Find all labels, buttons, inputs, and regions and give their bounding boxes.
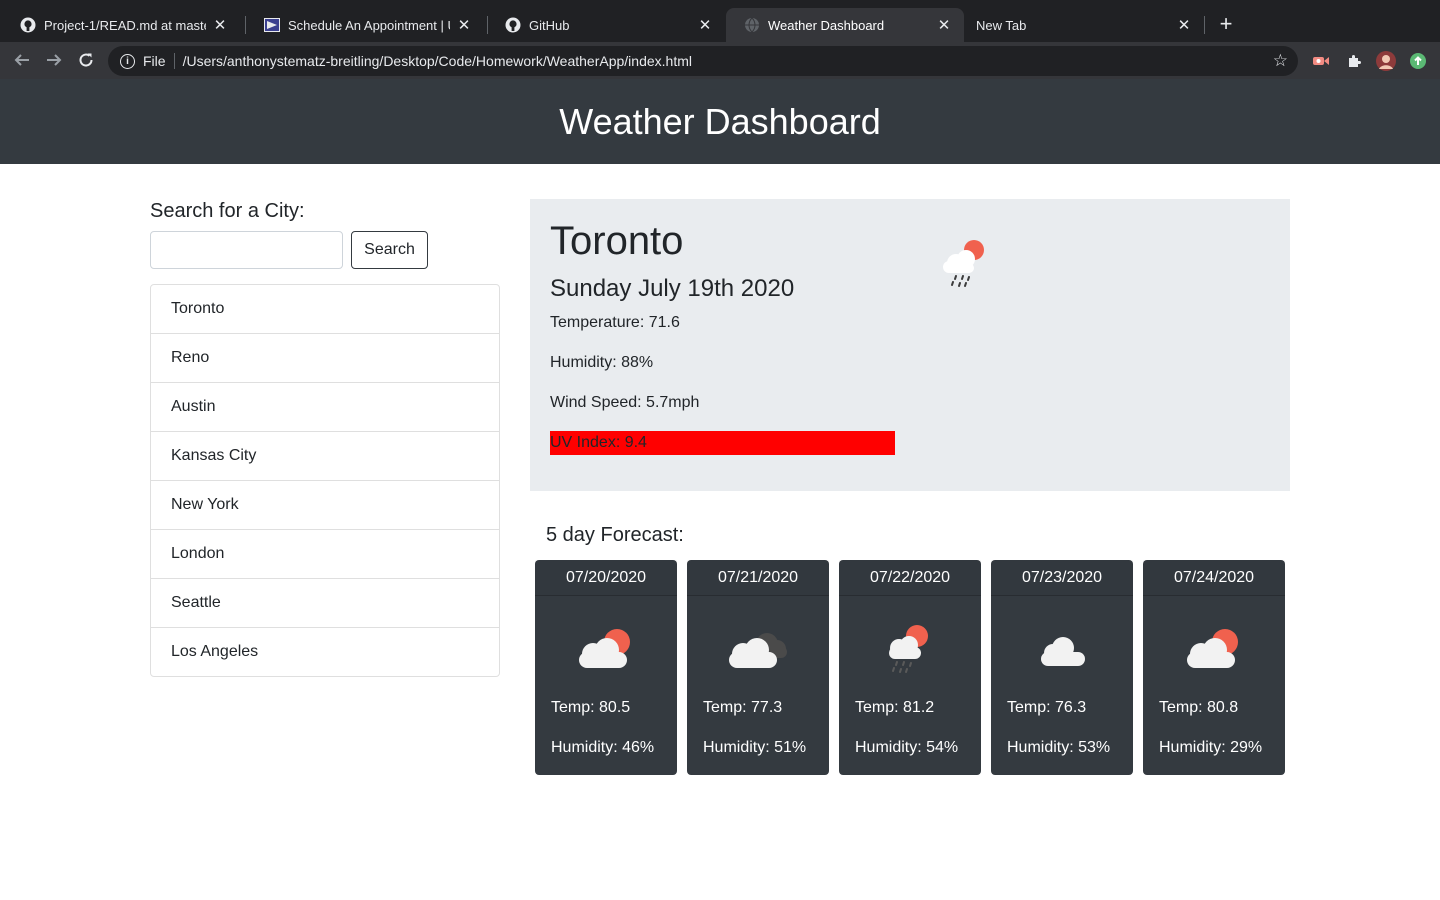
tab-divider: [1204, 16, 1205, 34]
city-history-list: Toronto Reno Austin Kansas City New York…: [150, 284, 500, 677]
browser-tab-project[interactable]: Project-1/READ.md at master · ✕: [2, 8, 240, 42]
close-icon[interactable]: ✕: [212, 17, 228, 34]
forecast-temp: Temp: 80.5: [551, 699, 631, 716]
forecast-temp: Temp: 80.8: [1159, 699, 1239, 716]
tab-title: Schedule An Appointment | US: [288, 17, 450, 33]
extension-video-icon[interactable]: [1311, 51, 1331, 71]
broken-clouds-icon: [717, 620, 797, 676]
search-button[interactable]: Search: [351, 231, 428, 269]
forecast-date: 07/20/2020: [535, 560, 677, 596]
sun-cloud-rain-icon: [869, 620, 949, 676]
forecast-title: 5 day Forecast:: [546, 524, 684, 546]
close-icon[interactable]: ✕: [1176, 17, 1192, 34]
uv-index-badge: UV Index: 9.4: [550, 431, 895, 455]
browser-toolbar: i File /Users/anthonystematz-breitling/D…: [0, 42, 1440, 79]
forecast-date: 07/21/2020: [687, 560, 829, 596]
forecast-humidity: Humidity: 51%: [703, 739, 807, 756]
forecast-card: 07/21/2020 Temp: 77.3 Humidity: 51%: [687, 560, 829, 775]
address-scheme: File: [143, 53, 166, 69]
forecast-card: 07/23/2020 Temp: 76.3 Humidity: 53%: [991, 560, 1133, 775]
tab-title: Weather Dashboard: [768, 17, 885, 33]
sun-cloud-rain-icon: [934, 235, 994, 291]
current-weather-panel: Toronto Sunday July 19th 2020 Temperatur…: [530, 199, 1290, 491]
city-list-item[interactable]: Los Angeles: [151, 628, 499, 676]
forecast-humidity: Humidity: 53%: [1007, 739, 1111, 756]
forward-arrow-icon[interactable]: [42, 48, 66, 72]
github-icon: [20, 17, 36, 33]
search-label: Search for a City:: [150, 200, 305, 222]
forecast-temp: Temp: 81.2: [855, 699, 935, 716]
browser-tab-github[interactable]: GitHub ✕: [487, 8, 725, 42]
city-list-item[interactable]: Reno: [151, 334, 499, 383]
current-humidity: Humidity: 88%: [550, 354, 654, 371]
globe-icon: [744, 17, 760, 33]
address-url: /Users/anthonystematz-breitling/Desktop/…: [182, 53, 692, 69]
sun-cloud-icon: [565, 620, 645, 676]
address-divider: [173, 53, 175, 69]
forecast-temp: Temp: 76.3: [1007, 699, 1087, 716]
forecast-card: 07/22/2020 Temp: 81.2 Humidity: 54%: [839, 560, 981, 775]
cloud-icon: [1021, 620, 1101, 676]
city-list-item[interactable]: Austin: [151, 383, 499, 432]
star-icon[interactable]: ☆: [1273, 51, 1288, 71]
new-tab-plus-icon[interactable]: +: [1214, 11, 1238, 36]
current-wind-speed: Wind Speed: 5.7mph: [550, 394, 700, 411]
forecast-humidity: Humidity: 46%: [551, 739, 655, 756]
forecast-card: 07/20/2020 Temp: 80.5 Humidity: 46%: [535, 560, 677, 775]
forecast-humidity: Humidity: 54%: [855, 739, 959, 756]
info-icon[interactable]: i: [120, 53, 135, 69]
close-icon[interactable]: ✕: [697, 17, 713, 34]
tab-title: New Tab: [976, 17, 1027, 33]
forecast-date: 07/23/2020: [991, 560, 1133, 596]
city-list-item[interactable]: New York: [151, 481, 499, 530]
browser-tab-bar: Project-1/READ.md at master · ✕ Schedule…: [0, 0, 1440, 42]
city-list-item[interactable]: London: [151, 530, 499, 579]
back-arrow-icon[interactable]: [10, 48, 34, 72]
tab-title: Project-1/READ.md at master ·: [44, 17, 206, 33]
forecast-card: 07/24/2020 Temp: 80.8 Humidity: 29%: [1143, 560, 1285, 775]
city-list-item[interactable]: Toronto: [151, 285, 499, 334]
forecast-date: 07/24/2020: [1143, 560, 1285, 596]
close-icon[interactable]: ✕: [936, 17, 952, 34]
sun-cloud-icon: [1173, 620, 1253, 676]
schedule-icon: [264, 17, 280, 33]
forecast-temp: Temp: 77.3: [703, 699, 783, 716]
update-arrow-icon[interactable]: [1408, 51, 1428, 71]
browser-tab-weather-dashboard[interactable]: Weather Dashboard ✕: [726, 8, 964, 42]
forecast-date: 07/22/2020: [839, 560, 981, 596]
browser-tab-new-tab[interactable]: New Tab ✕: [958, 8, 1204, 42]
avatar[interactable]: [1376, 51, 1396, 71]
city-list-item[interactable]: Seattle: [151, 579, 499, 628]
browser-tab-schedule[interactable]: Schedule An Appointment | US ✕: [246, 8, 484, 42]
reload-icon[interactable]: [74, 48, 98, 72]
address-bar[interactable]: i File /Users/anthonystematz-breitling/D…: [108, 46, 1298, 76]
forecast-humidity: Humidity: 29%: [1159, 739, 1263, 756]
current-temperature: Temperature: 71.6: [550, 314, 680, 331]
city-list-item[interactable]: Kansas City: [151, 432, 499, 481]
current-date: Sunday July 19th 2020: [550, 275, 795, 302]
close-icon[interactable]: ✕: [456, 17, 472, 34]
city-search-input[interactable]: [150, 231, 343, 269]
current-city-name: Toronto: [550, 219, 684, 263]
tab-title: GitHub: [529, 17, 570, 33]
page-header: Weather Dashboard: [0, 79, 1440, 164]
github-icon: [505, 17, 521, 33]
page-title: Weather Dashboard: [559, 100, 881, 142]
puzzle-icon[interactable]: [1344, 51, 1364, 71]
